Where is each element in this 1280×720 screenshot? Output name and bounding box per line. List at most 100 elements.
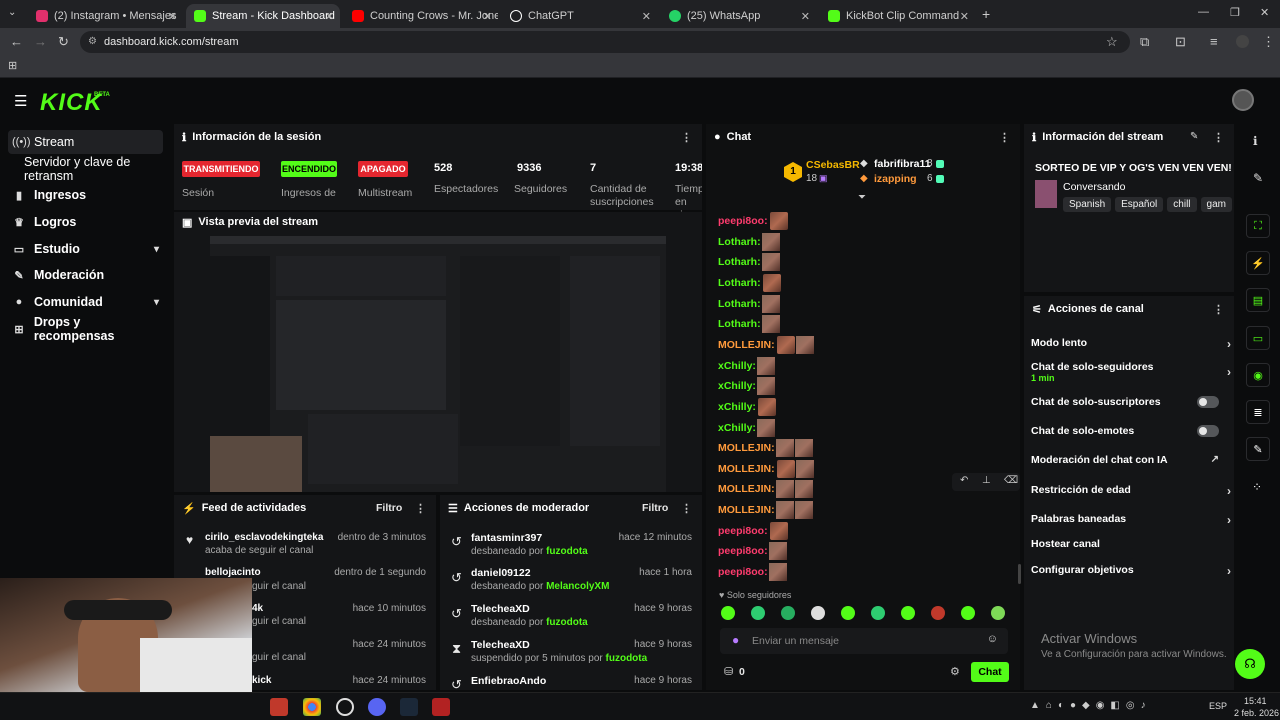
banned-words-item[interactable]: Palabras baneadas › [1031, 513, 1231, 527]
stream-preview-video[interactable] [210, 236, 666, 492]
tab-search-icon[interactable]: ⊡ [1175, 34, 1186, 50]
mod-by[interactable]: fuzodota [546, 546, 588, 557]
emote-button[interactable] [871, 606, 885, 620]
forward-icon[interactable]: → [34, 34, 47, 49]
tag[interactable]: Español [1115, 197, 1164, 212]
chat-username[interactable]: peepi8oo: [718, 566, 768, 578]
chat-message[interactable]: xChilly: [718, 397, 776, 416]
maximize-icon[interactable]: ❐ [1230, 6, 1240, 19]
tag[interactable]: Spanish [1063, 197, 1112, 212]
steam-icon[interactable] [400, 698, 418, 716]
leader-name[interactable]: CSebasBR [806, 159, 860, 171]
mod-user[interactable]: EnfiebraoAndo [471, 675, 546, 687]
mod-user[interactable]: TelecheaXD [471, 639, 530, 651]
feed-user[interactable]: kick [252, 675, 271, 686]
hamburger-menu-icon[interactable]: ☰ [14, 92, 27, 110]
chat-username[interactable]: Lotharh: [718, 318, 761, 330]
apps-grid-icon[interactable]: ⊞ [8, 59, 17, 72]
tab-youtube[interactable]: Counting Crows - Mr. Jones ✕ [344, 4, 498, 28]
more-options-icon[interactable]: ⋮ [681, 131, 692, 144]
chat-message[interactable]: Lotharh: [718, 294, 780, 313]
apps-icon[interactable]: ⁘ [1252, 480, 1262, 494]
emote-button[interactable] [841, 606, 855, 620]
tray-icons[interactable]: ▲⌂◐●◆◉◧◎♪ [1030, 700, 1152, 711]
mod-by[interactable]: fuzodota [606, 653, 648, 664]
chat-message[interactable]: MOLLEJIN: [718, 459, 814, 478]
rail-button-fullscreen[interactable]: ⛶ [1246, 214, 1270, 238]
chat-message[interactable]: Lotharh: [718, 315, 780, 334]
help-chat-button[interactable]: ☊ [1235, 649, 1265, 679]
tab-instagram[interactable]: (2) Instagram • Mensajes ✕ [28, 4, 183, 28]
back-icon[interactable]: ← [10, 34, 23, 49]
leader-name[interactable]: izapping [874, 173, 917, 185]
close-icon[interactable]: ✕ [642, 10, 651, 23]
sidebar-item-server-key[interactable]: Servidor y clave de retransm [20, 155, 180, 183]
app-icon[interactable] [270, 698, 288, 716]
emote-button[interactable] [781, 606, 795, 620]
url-field[interactable]: ⚙ dashboard.kick.com/stream [80, 31, 1130, 53]
extensions-icon[interactable]: ⧉ [1140, 34, 1149, 50]
new-tab-icon[interactable]: + [982, 6, 990, 22]
close-icon[interactable]: ✕ [960, 10, 969, 23]
goals-item[interactable]: Configurar objetivos › [1031, 564, 1231, 578]
chrome-icon[interactable] [303, 698, 321, 716]
rail-button-info[interactable]: ▤ [1246, 288, 1270, 312]
chat-message[interactable]: MOLLEJIN: [718, 501, 813, 520]
chat-username[interactable]: peepi8oo: [718, 545, 768, 557]
chat-username[interactable]: peepi8oo: [718, 215, 768, 227]
emote-button[interactable] [811, 606, 825, 620]
chat-username[interactable]: MOLLEJIN: [718, 483, 775, 495]
mod-user[interactable]: daniel09122 [471, 567, 531, 579]
close-icon[interactable]: ✕ [801, 10, 810, 23]
chat-username[interactable]: Lotharh: [718, 277, 761, 289]
chat-message[interactable]: xChilly: [718, 418, 775, 437]
tab-list-icon[interactable]: ⌄ [8, 7, 16, 18]
tab-kickbot[interactable]: KickBot Clip Command ✕ [820, 4, 975, 28]
emote-button[interactable] [931, 606, 945, 620]
chat-message[interactable]: MOLLEJIN: [718, 439, 813, 458]
ai-moderation-item[interactable]: Moderación del chat con IA ↗ [1031, 454, 1231, 466]
chat-username[interactable]: MOLLEJIN: [718, 504, 775, 516]
chat-username[interactable]: Lotharh: [718, 298, 761, 310]
category-name[interactable]: Conversando [1063, 181, 1125, 193]
sidebar-item-ingresos[interactable]: ▮ Ingresos [8, 183, 163, 207]
chat-username[interactable]: xChilly: [718, 401, 756, 413]
mod-by[interactable]: MelancolyXM [546, 581, 609, 592]
site-info-icon[interactable]: ⚙ [88, 31, 97, 53]
emote-button[interactable] [901, 606, 915, 620]
host-channel-item[interactable]: Hostear canal [1031, 538, 1231, 550]
media-icon[interactable]: ≡ [1210, 34, 1218, 49]
send-chat-button[interactable]: Chat [971, 662, 1009, 682]
chat-message[interactable]: Lotharh: [718, 273, 781, 292]
chat-message[interactable]: Lotharh: [718, 253, 780, 272]
chat-message[interactable]: MOLLEJIN: [718, 480, 813, 499]
emotes-only-item[interactable]: Chat de solo-emotes [1031, 425, 1231, 437]
mod-user[interactable]: TelecheaXD [471, 603, 530, 615]
more-options-icon[interactable]: ⋮ [1213, 131, 1224, 144]
chat-message[interactable]: peepi8oo: [718, 212, 788, 230]
chat-username[interactable]: Lotharh: [718, 236, 761, 248]
chat-message[interactable]: xChilly: [718, 356, 775, 375]
emote-button[interactable] [961, 606, 975, 620]
dota-icon[interactable] [432, 698, 450, 716]
mic-icon[interactable]: ● [732, 633, 739, 647]
window-close-icon[interactable]: ✕ [1260, 6, 1269, 19]
tab-whatsapp[interactable]: (25) WhatsApp ✕ [661, 4, 816, 28]
reply-icon[interactable]: ↶ [960, 475, 968, 486]
sidebar-item-moderacion[interactable]: ✎ Moderación [8, 263, 163, 287]
close-icon[interactable]: ✕ [168, 10, 177, 23]
collapse-icon[interactable]: ⏷ [858, 192, 866, 203]
chat-username[interactable]: peepi8oo: [718, 525, 768, 537]
menu-icon[interactable]: ⋮ [1262, 34, 1275, 50]
chat-message[interactable]: peepi8oo: [718, 563, 787, 582]
chat-username[interactable]: xChilly: [718, 380, 756, 392]
chat-username[interactable]: MOLLEJIN: [718, 442, 775, 454]
more-options-icon[interactable]: ⋮ [999, 131, 1010, 144]
chat-username[interactable]: xChilly: [718, 422, 756, 434]
user-avatar[interactable] [1232, 89, 1254, 111]
more-options-icon[interactable]: ⋮ [415, 502, 426, 515]
emote-button[interactable] [721, 606, 735, 620]
edit-pencil-icon[interactable]: ✎ [1253, 171, 1263, 185]
discord-icon[interactable] [368, 698, 386, 716]
tab-chatgpt[interactable]: ChatGPT ✕ [502, 4, 657, 28]
